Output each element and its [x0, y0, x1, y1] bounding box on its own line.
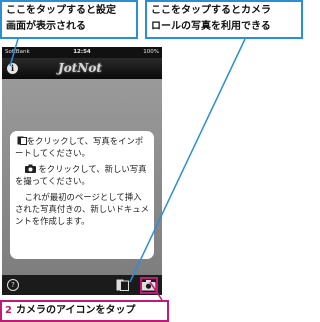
- app-logo: JotNot: [58, 61, 102, 75]
- battery-label: 100%: [143, 49, 159, 55]
- info-button[interactable]: i: [7, 63, 18, 74]
- clock: 12:54: [73, 49, 91, 55]
- camera-highlight: [140, 277, 158, 294]
- callout-settings: ここをタップすると設定 画面が表示される: [0, 0, 138, 39]
- phone-screen: SoftBank 12:54 100% i JotNot をクリックして、写真を…: [2, 47, 162, 295]
- photo-library-icon: [17, 136, 27, 145]
- create-hint: これが最初のページとして挿入された写真付きの、新しいドキュメントを作成します。: [15, 192, 149, 227]
- status-bar: SoftBank 12:54 100%: [2, 47, 162, 58]
- step-number: 2: [5, 305, 12, 316]
- step-label: 2 カメラのアイコンをタップ: [0, 300, 169, 322]
- camera-icon: [24, 164, 36, 174]
- camera-hint: をクリックして、新しい写真を撮ってください。: [15, 164, 149, 187]
- callout-camera-roll: ここをタップするとカメラ ロールの写真を利用できる: [145, 0, 303, 39]
- create-hint-text: これが最初のページとして挿入された写真付きの、新しいドキュメントを作成します。: [15, 192, 149, 226]
- import-hint-text: をクリックして、写真をインポートしてください。: [15, 136, 144, 158]
- help-button[interactable]: ?: [7, 279, 19, 291]
- empty-state-message: をクリックして、写真をインポートしてください。 をクリックして、新しい写真を撮っ…: [10, 131, 154, 259]
- step-text: カメラのアイコンをタップ: [15, 305, 136, 316]
- bottom-toolbar: ?: [2, 275, 162, 295]
- import-hint: をクリックして、写真をインポートしてください。: [15, 136, 149, 159]
- document-area: をクリックして、写真をインポートしてください。 をクリックして、新しい写真を撮っ…: [2, 79, 162, 275]
- nav-bar: i JotNot: [2, 58, 162, 79]
- photo-library-icon[interactable]: [116, 279, 129, 291]
